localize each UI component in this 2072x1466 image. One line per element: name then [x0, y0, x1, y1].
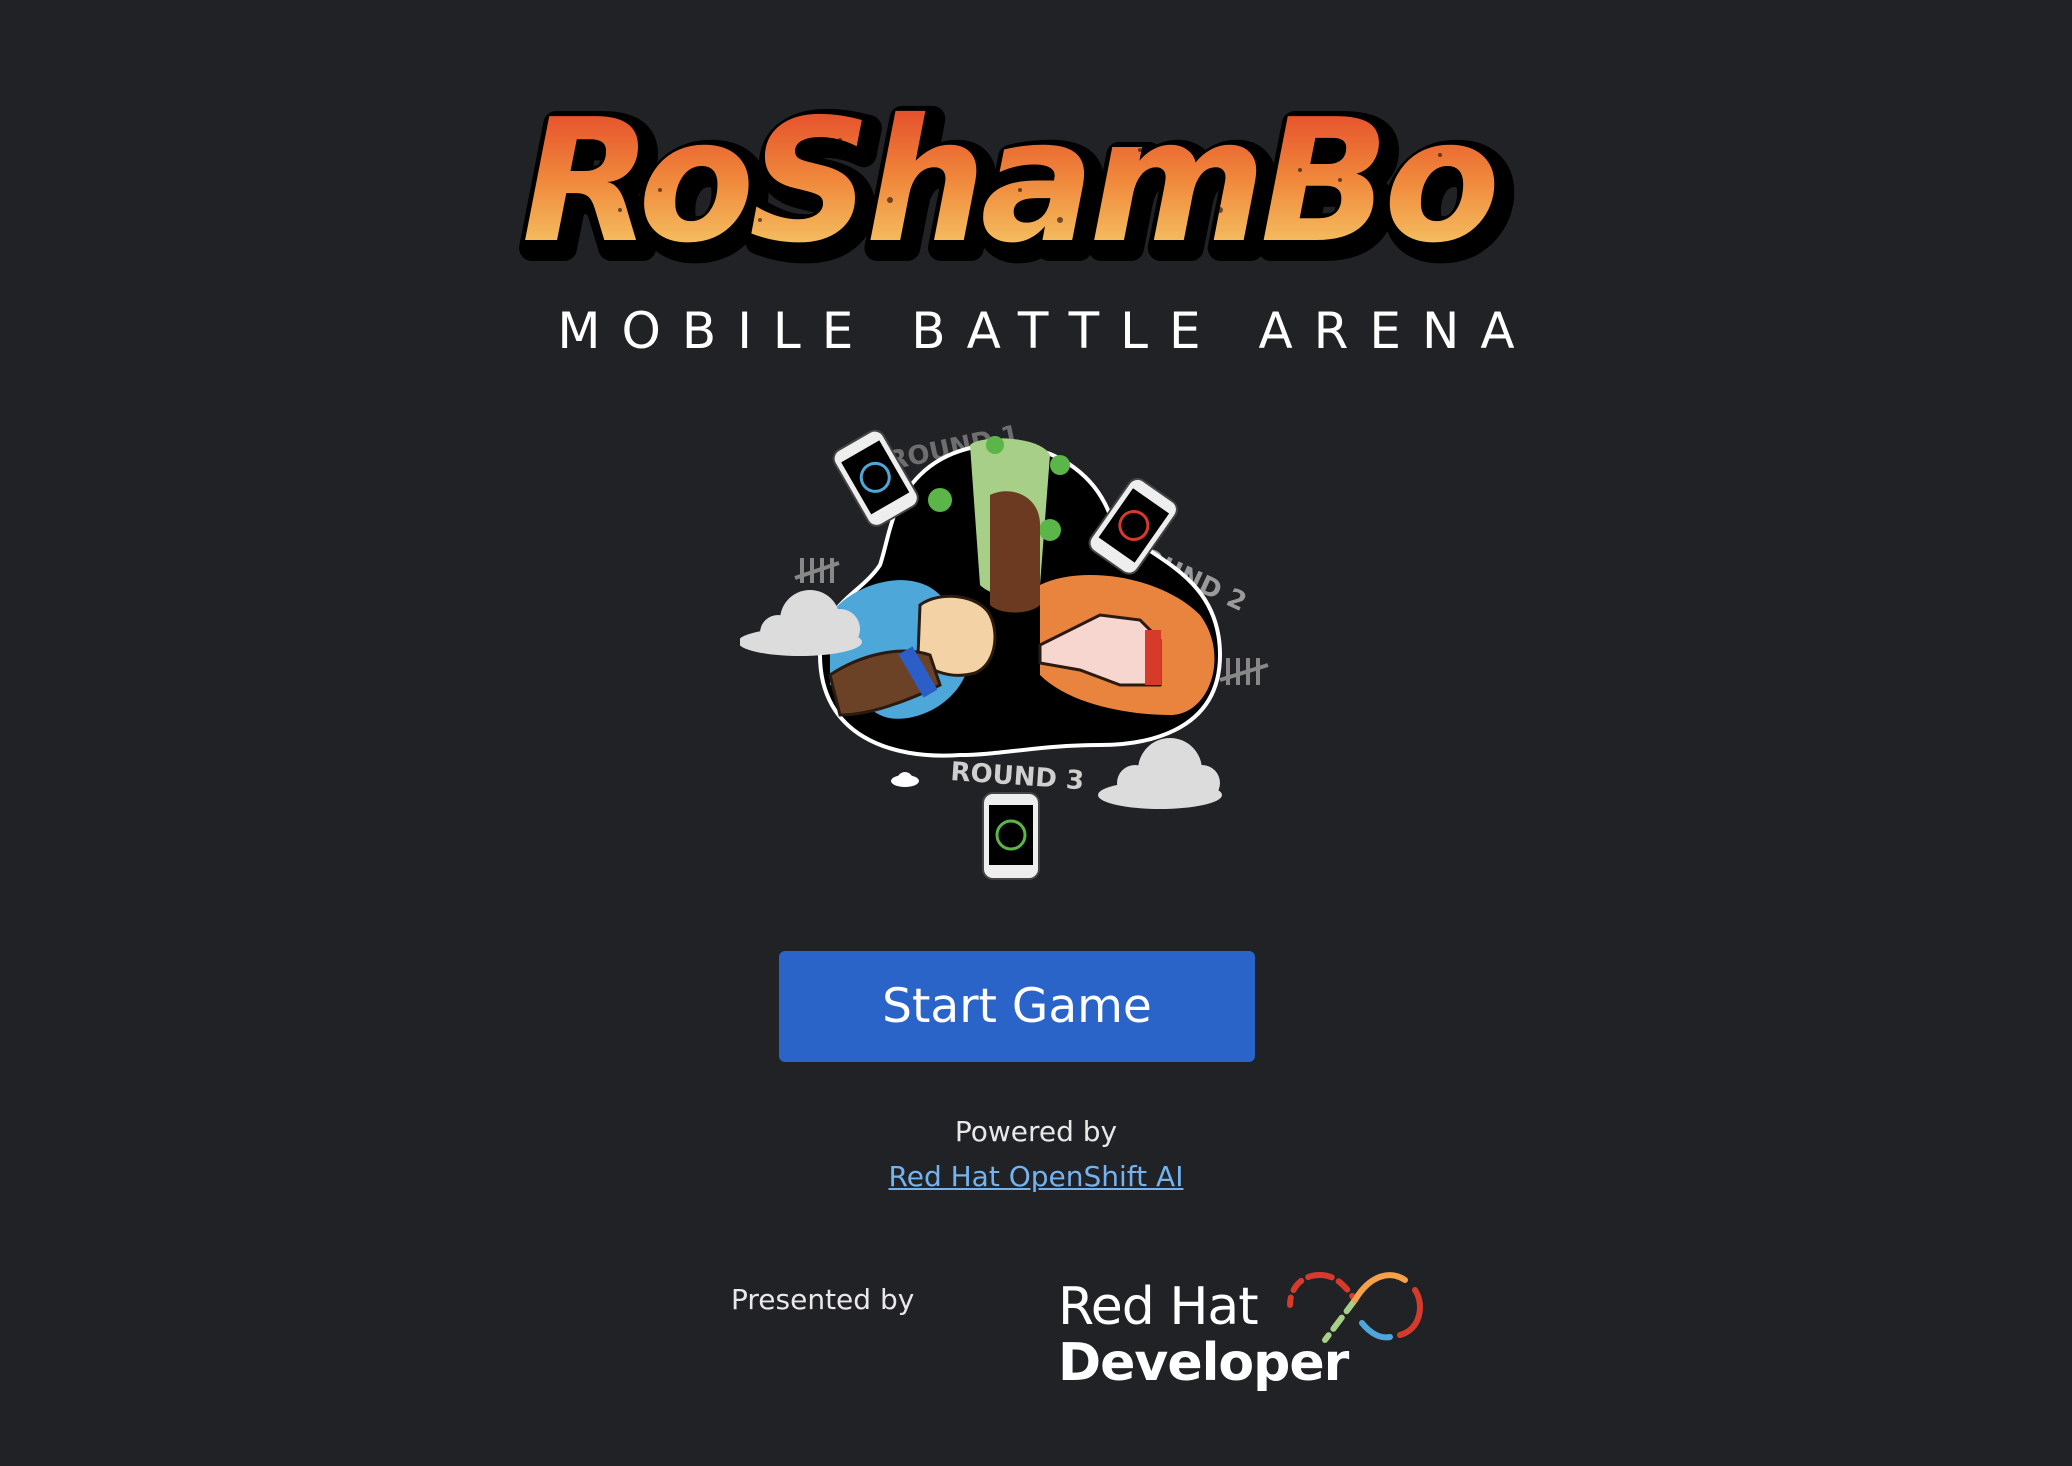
- red-hat-small-icon: [891, 772, 919, 787]
- infinity-icon: [1287, 1272, 1423, 1343]
- cloud-right-icon: [1098, 738, 1222, 809]
- tally-left-icon: [794, 558, 840, 583]
- openshift-ai-link[interactable]: Red Hat OpenShift AI: [889, 1160, 1184, 1193]
- round-3-label: ROUND 3: [950, 757, 1086, 796]
- presented-by-label: Presented by: [731, 1283, 915, 1316]
- brand-line-1: Red Hat: [1058, 1277, 1259, 1337]
- tally-right-icon: [1219, 658, 1269, 685]
- powered-by-link-wrap: Red Hat OpenShift AI: [0, 1160, 2072, 1193]
- powered-by-label: Powered by: [954, 1115, 1118, 1148]
- phone-3-icon: [982, 792, 1040, 880]
- start-screen: RoShamBo RoShamBo MOBILE BATTLE ARENA RO…: [0, 0, 2072, 1466]
- roshambo-logo: RoShamBo RoShamBo: [460, 80, 1570, 300]
- red-hat-developer-logo[interactable]: Red Hat Developer: [1058, 1255, 1428, 1405]
- start-game-button[interactable]: Start Game: [779, 951, 1255, 1062]
- hands-illustration: ROUND 1 ROUND 2 ROUND 3: [738, 415, 1280, 895]
- subtitle: MOBILE BATTLE ARENA: [557, 302, 1536, 360]
- logo-text: RoShamBo: [522, 83, 1495, 281]
- paper-hand: [990, 491, 1040, 613]
